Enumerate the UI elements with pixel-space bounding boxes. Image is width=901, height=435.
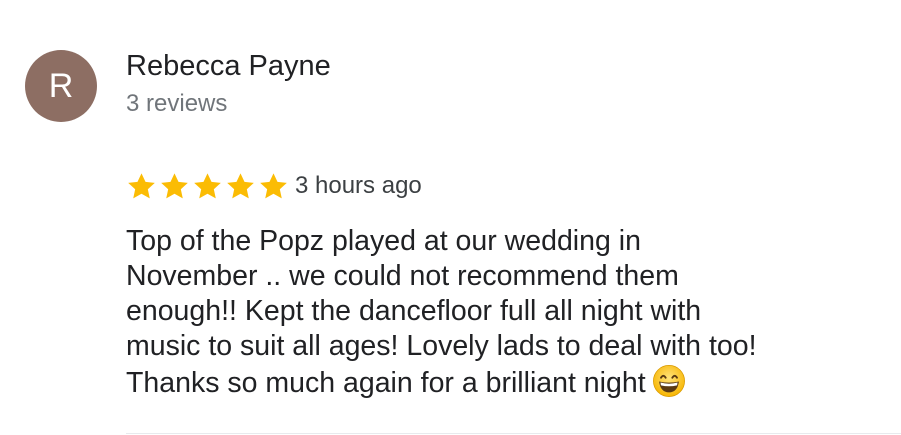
star-rating <box>126 168 291 204</box>
author-name[interactable]: Rebecca Payne <box>126 48 331 84</box>
grinning-face-with-smiling-eyes-icon <box>652 365 685 397</box>
divider <box>126 433 901 434</box>
review-text-line: November .. we could not recommend them <box>126 260 679 292</box>
rating-row: 3 hours ago <box>126 168 422 204</box>
star-icon <box>260 172 287 198</box>
review-text-line: Top of the Popz played at our wedding in <box>126 225 641 257</box>
review-text-line: enough!! Kept the dancefloor full all ni… <box>126 295 702 327</box>
star-icon <box>194 172 221 198</box>
review-time: 3 hours ago <box>295 172 422 199</box>
review-text: Top of the Popz played at our wedding in… <box>126 224 886 401</box>
star-icon <box>128 172 155 198</box>
avatar[interactable]: R <box>25 50 97 122</box>
review-text-line-last: Thanks so much again for a brilliant nig… <box>126 364 886 401</box>
star-icon <box>161 172 188 198</box>
review-card: R Rebecca Payne 3 reviews 3 hours ago To… <box>0 0 901 435</box>
review-count: 3 reviews <box>126 90 228 117</box>
review-text-line: music to suit all ages! Lovely lads to d… <box>126 330 757 362</box>
avatar-letter: R <box>48 67 74 105</box>
star-icon <box>227 172 254 198</box>
review-text-line: Thanks so much again for a brilliant nig… <box>126 367 646 399</box>
